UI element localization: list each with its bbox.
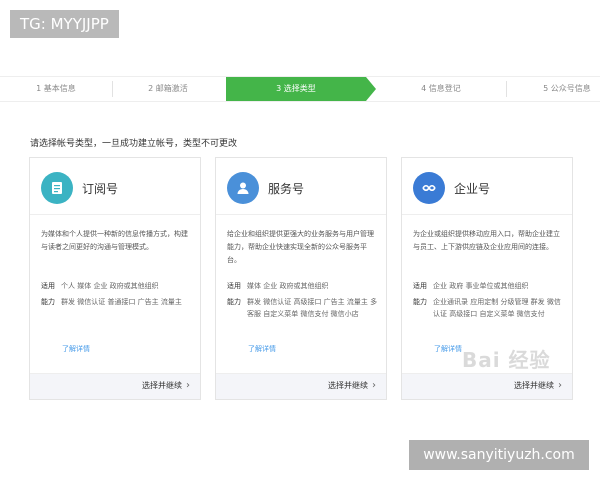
step-3-active: 3 选择类型 (226, 77, 376, 101)
divider (216, 214, 386, 215)
card-footer[interactable]: 选择并继续 › (216, 373, 386, 399)
card-title: 企业号 (454, 182, 491, 196)
card-description: 给企业和组织提供更强大的业务服务与用户管理能力，帮助企业快速实现全新的公众号服务… (227, 230, 374, 264)
apply-label: 适用 (413, 282, 427, 290)
step-5: 5 公众号信息 (543, 84, 591, 93)
ability-label: 能力 (227, 298, 241, 306)
choose-label: 选择并继续 (328, 381, 368, 390)
learn-more-link[interactable]: 了解详情 (434, 344, 462, 354)
step-1: 1 基本信息 (36, 84, 76, 93)
choose-continue-button[interactable]: 选择并继续 › (328, 380, 376, 391)
apply-value: 媒体 企业 政府或其他组织 (247, 282, 329, 290)
card-footer[interactable]: 选择并继续 › (402, 373, 572, 399)
ability-value: 企业通讯录 应用定制 分级管理 群发 微信认证 高级接口 自定义菜单 微信支付 (433, 298, 561, 318)
card-header: 企业号 (402, 158, 572, 214)
baidu-watermark: Bai 经验 (462, 348, 551, 372)
choose-continue-button[interactable]: 选择并继续 › (142, 380, 190, 391)
apply-value: 企业 政府 事业单位或其他组织 (433, 282, 529, 290)
ability-row: 能力 企业通讯录 应用定制 分级管理 群发 微信认证 高级接口 自定义菜单 微信… (413, 296, 565, 320)
apply-row: 适用 个人 媒体 企业 政府或其他组织 (41, 280, 193, 292)
chevron-right-icon: › (186, 380, 190, 391)
choose-label: 选择并继续 (142, 381, 182, 390)
card-description: 为媒体和个人提供一种新的信息传播方式，构建与读者之间更好的沟通与管理模式。 (41, 230, 188, 251)
service-icon (227, 172, 259, 204)
account-type-card-subscription[interactable]: 订阅号 为媒体和个人提供一种新的信息传播方式，构建与读者之间更好的沟通与管理模式… (29, 157, 201, 400)
card-header: 订阅号 (30, 158, 200, 214)
instruction-text: 请选择帐号类型，一旦成功建立帐号，类型不可更改 (30, 139, 238, 149)
divider (30, 214, 200, 215)
apply-row: 适用 企业 政府 事业单位或其他组织 (413, 280, 565, 292)
ability-row: 能力 群发 微信认证 普通接口 广告主 流量主 (41, 296, 193, 308)
watermark-tag: TG: MYYJJPP (10, 10, 119, 38)
ability-label: 能力 (41, 298, 55, 306)
apply-row: 适用 媒体 企业 政府或其他组织 (227, 280, 379, 292)
learn-more-link[interactable]: 了解详情 (62, 344, 90, 354)
watermark-url: www.sanyitiyuzh.com (409, 440, 589, 470)
card-description: 为企业或组织提供移动应用入口，帮助企业建立与员工、上下游供应链及企业应用间的连接… (413, 230, 560, 251)
step-4: 4 信息登记 (421, 84, 461, 93)
subscription-icon (41, 172, 73, 204)
account-type-card-service[interactable]: 服务号 给企业和组织提供更强大的业务服务与用户管理能力，帮助企业快速实现全新的公… (215, 157, 387, 400)
card-title: 订阅号 (82, 182, 119, 196)
choose-label: 选择并继续 (514, 381, 554, 390)
apply-label: 适用 (227, 282, 241, 290)
divider (402, 214, 572, 215)
ability-value: 群发 微信认证 高级接口 广告主 流量主 多客服 自定义菜单 微信支付 微信小店 (247, 298, 378, 318)
ability-row: 能力 群发 微信认证 高级接口 广告主 流量主 多客服 自定义菜单 微信支付 微… (227, 296, 379, 320)
card-header: 服务号 (216, 158, 386, 214)
card-title: 服务号 (268, 182, 305, 196)
step-progress-bar: 1 基本信息 2 邮箱激活 3 选择类型 4 信息登记 5 公众号信息 (0, 76, 600, 102)
card-footer[interactable]: 选择并继续 › (30, 373, 200, 399)
ability-value: 群发 微信认证 普通接口 广告主 流量主 (61, 298, 182, 306)
chevron-right-icon: › (558, 380, 562, 391)
enterprise-icon (413, 172, 445, 204)
apply-value: 个人 媒体 企业 政府或其他组织 (61, 282, 159, 290)
learn-more-link[interactable]: 了解详情 (248, 344, 276, 354)
step-2: 2 邮箱激活 (148, 84, 188, 93)
chevron-right-icon: › (372, 380, 376, 391)
apply-label: 适用 (41, 282, 55, 290)
ability-label: 能力 (413, 298, 427, 306)
choose-continue-button[interactable]: 选择并继续 › (514, 380, 562, 391)
